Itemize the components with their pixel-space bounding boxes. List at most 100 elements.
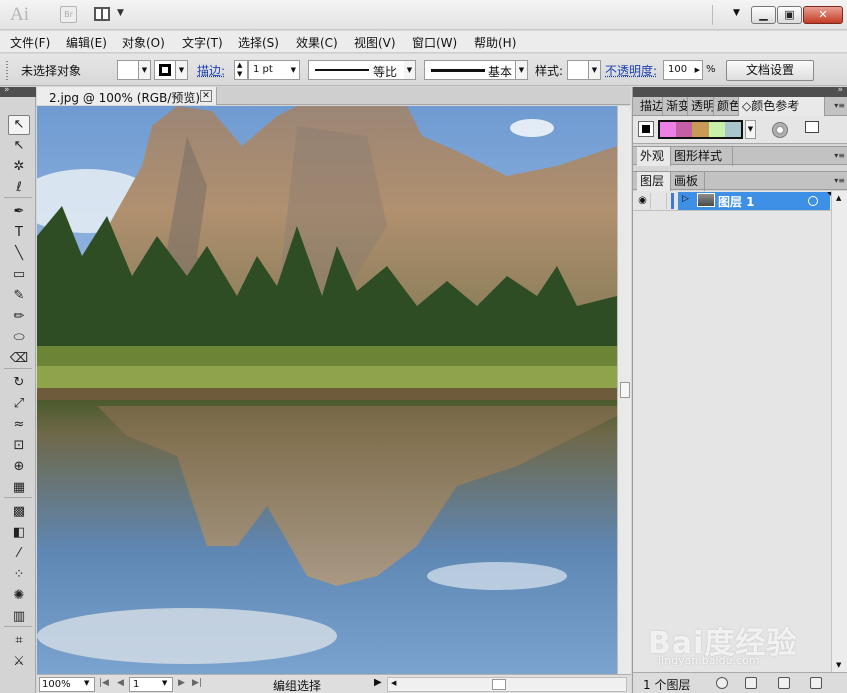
control-bar-grip[interactable] [5, 60, 9, 80]
blob-brush-tool-icon[interactable]: ⬭ [8, 328, 30, 348]
close-button[interactable]: ✕ [803, 6, 843, 24]
brush-dropdown-icon[interactable]: ▼ [516, 60, 528, 80]
free-transform-tool-icon[interactable]: ⊡ [8, 436, 30, 456]
column-graph-tool-icon[interactable]: ▥ [8, 607, 30, 627]
graphic-style-swatch[interactable] [567, 60, 589, 80]
width-profile-dropdown-icon[interactable]: ▼ [404, 60, 416, 80]
harmony-color[interactable] [676, 122, 693, 137]
tab-gradient[interactable]: 渐变 [663, 97, 688, 116]
stroke-label[interactable]: 描边: [197, 62, 225, 79]
locate-object-icon[interactable] [716, 677, 728, 689]
stroke-weight-stepper[interactable]: ▲ ▼ [234, 60, 248, 80]
fill-swatch[interactable] [117, 60, 139, 80]
pencil-tool-icon[interactable]: ✏ [8, 307, 30, 327]
menu-file[interactable]: 文件(F) [10, 34, 50, 51]
maximize-button[interactable]: ▣ [777, 6, 802, 24]
vertical-scroll-thumb[interactable] [620, 382, 630, 398]
create-new-sublayer-icon[interactable] [778, 677, 790, 689]
previous-artboard-icon[interactable]: ◀ [117, 678, 124, 688]
slice-tool-icon[interactable]: ⚔ [8, 652, 30, 672]
blend-tool-icon[interactable]: ⁘ [8, 565, 30, 585]
stroke-dropdown-icon[interactable]: ▼ [176, 60, 188, 80]
magic-wand-tool-icon[interactable]: ✲ [8, 157, 30, 177]
stroke-weight-select[interactable]: 1 pt ▼ [248, 60, 300, 80]
harmony-color[interactable] [692, 122, 709, 137]
harmony-color[interactable] [708, 122, 725, 137]
tab-appearance[interactable]: 外观 [637, 147, 671, 166]
selection-tool-icon[interactable]: ↖ [8, 115, 30, 135]
rectangle-tool-icon[interactable]: ▭ [8, 265, 30, 285]
menu-edit[interactable]: 编辑(E) [66, 34, 107, 51]
first-artboard-icon[interactable]: |◀ [99, 678, 109, 688]
menu-object[interactable]: 对象(O) [122, 34, 165, 51]
tab-transparency[interactable]: 透明 [688, 97, 714, 116]
variable-width-profile-select[interactable]: 等比 [308, 60, 412, 80]
eraser-tool-icon[interactable]: ⌫ [8, 349, 30, 369]
horizontal-scrollbar[interactable]: ◀ [387, 677, 627, 692]
vertical-scrollbar[interactable] [617, 106, 631, 674]
line-tool-icon[interactable]: ╲ [8, 244, 30, 264]
tab-artboards[interactable]: 画板 [671, 172, 705, 191]
document-setup-button[interactable]: 文档设置 [726, 60, 814, 81]
make-clipping-mask-icon[interactable] [745, 677, 757, 689]
next-artboard-icon[interactable]: ▶ [178, 678, 185, 688]
arrange-dropdown-icon[interactable]: ▼ [117, 8, 124, 18]
fill-dropdown-icon[interactable]: ▼ [139, 60, 151, 80]
save-to-swatches-icon[interactable] [805, 121, 819, 133]
tab-color-guide[interactable]: ◇颜色参考 [739, 97, 825, 116]
chevron-down-icon[interactable]: ▼ [84, 679, 89, 687]
last-artboard-icon[interactable]: ▶| [192, 678, 202, 688]
expand-triangle-icon[interactable]: ▷ [682, 194, 689, 204]
tab-layers[interactable]: 图层 [637, 172, 671, 191]
panel-menu-icon[interactable]: ▾≡ [834, 101, 845, 110]
workspace-dropdown-icon[interactable]: ▼ [733, 8, 740, 18]
arrange-documents-icon[interactable] [94, 7, 110, 21]
chevron-down-icon[interactable]: ▼ [162, 679, 167, 687]
menu-type[interactable]: 文字(T) [182, 34, 223, 51]
panel-dock-header[interactable]: » [633, 85, 847, 97]
shape-builder-tool-icon[interactable]: ⊕ [8, 457, 30, 477]
scale-tool-icon[interactable]: ⤢ [8, 394, 30, 414]
status-menu-icon[interactable]: ▶ [374, 677, 382, 688]
harmony-rules-dropdown-icon[interactable]: ▼ [745, 120, 756, 139]
tools-panel-header[interactable]: » [0, 85, 36, 97]
stroke-swatch[interactable] [154, 60, 176, 80]
base-color-swatch[interactable] [638, 121, 654, 137]
mesh-tool-icon[interactable]: ▩ [8, 502, 30, 522]
brush-definition-select[interactable]: 基本 [424, 60, 516, 80]
bridge-button[interactable]: Br [60, 6, 77, 23]
menu-window[interactable]: 窗口(W) [412, 34, 457, 51]
symbol-sprayer-tool-icon[interactable]: ✺ [8, 586, 30, 606]
warp-tool-icon[interactable]: ≈ [8, 415, 30, 435]
rotate-tool-icon[interactable]: ↻ [8, 373, 30, 393]
lasso-tool-icon[interactable]: ℓ [8, 178, 30, 198]
gradient-tool-icon[interactable]: ◧ [8, 523, 30, 543]
document-tab[interactable]: 2.jpg @ 100% (RGB/预览) ✕ [37, 87, 217, 105]
scroll-left-icon[interactable]: ◀ [391, 679, 396, 687]
paintbrush-tool-icon[interactable]: ✎ [8, 286, 30, 306]
color-wheel-icon[interactable] [772, 122, 788, 138]
opacity-label[interactable]: 不透明度: [605, 62, 657, 79]
tab-color[interactable]: 颜色 [714, 97, 739, 116]
horizontal-scroll-thumb[interactable] [492, 679, 506, 690]
menu-effect[interactable]: 效果(C) [296, 34, 338, 51]
tab-graphic-styles[interactable]: 图形样式 [671, 147, 733, 166]
menu-view[interactable]: 视图(V) [354, 34, 396, 51]
pen-tool-icon[interactable]: ✒ [8, 202, 30, 222]
minimize-button[interactable]: ▁ [751, 6, 776, 24]
layer-row[interactable]: ◉ ▷ 图层 1 [633, 191, 847, 211]
harmony-color[interactable] [724, 122, 742, 137]
type-tool-icon[interactable]: T [8, 223, 30, 243]
perspective-grid-tool-icon[interactable]: ▦ [8, 478, 30, 498]
layers-scrollbar[interactable]: ▲ ▼ [831, 191, 847, 672]
menu-select[interactable]: 选择(S) [238, 34, 279, 51]
lock-toggle[interactable] [653, 193, 667, 209]
artboard-canvas[interactable] [37, 106, 617, 674]
menu-help[interactable]: 帮助(H) [474, 34, 516, 51]
harmony-colors-strip[interactable] [658, 120, 743, 139]
visibility-eye-icon[interactable]: ◉ [635, 193, 651, 209]
scroll-down-icon[interactable]: ▼ [836, 661, 841, 669]
layer-selected-area[interactable]: ▷ 图层 1 [678, 192, 830, 210]
target-circle-icon[interactable] [808, 196, 818, 206]
tab-stroke[interactable]: 描边 [637, 97, 663, 116]
